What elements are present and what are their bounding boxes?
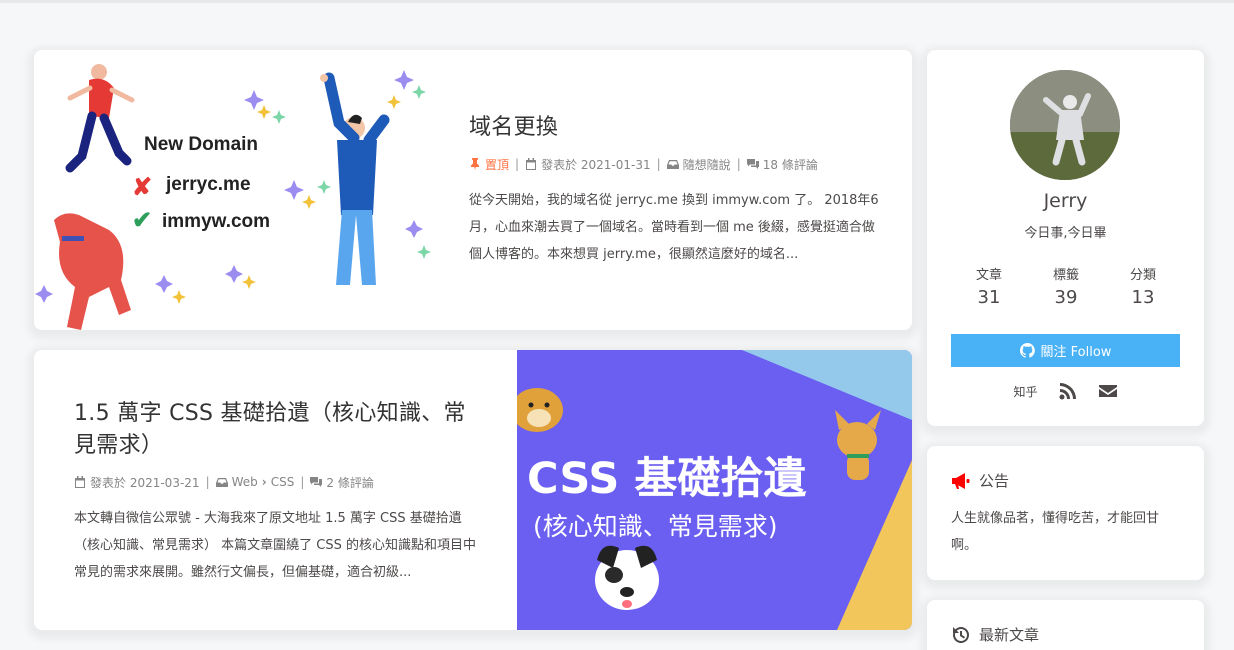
post-cover-image[interactable]: New Domain ✘ jerryc.me ✔ immyw.com [34,50,434,330]
comments-icon [310,477,323,488]
svg-text:✘: ✘ [132,174,152,201]
announcement-text: 人生就像品茗，懂得吃苦，才能回甘啊。 [951,511,1160,553]
avatar-image [1010,70,1120,180]
follow-button[interactable]: 關注 Follow [951,334,1180,367]
post-date: 發表於 2021-03-21 [74,474,200,491]
stat-categories[interactable]: 分類 13 [1105,264,1181,308]
post-excerpt: 從今天開始，我的域名從 jerryc.me 換到 immyw.com 了。 20… [469,192,879,262]
announcement-card: 公告 人生就像品茗，懂得吃苦，才能回甘啊。 [927,446,1204,580]
post-comments[interactable]: 2 條評論 [310,474,374,491]
post-date: 發表於 2021-01-31 [525,156,651,173]
author-card: Jerry 今日事,今日畢 文章 31 標籤 39 分類 13 關注 Follo… [927,50,1204,426]
post-title[interactable]: 域名更換 [469,112,879,144]
post-info: 1.5 萬字 CSS 基礎拾遺（核心知識、常見需求） 發表於 2021-03-2… [74,398,484,586]
post-card[interactable]: New Domain ✘ jerryc.me ✔ immyw.com 域名更換 … [34,50,912,330]
calendar-icon [75,476,85,489]
post-title[interactable]: 1.5 萬字 CSS 基礎拾遺（核心知識、常見需求） [74,398,484,462]
author-name: Jerry [1043,190,1088,212]
svg-text:✔: ✔ [132,207,152,234]
thumbtack-icon [471,158,479,171]
cover-old-domain: jerryc.me [165,174,251,195]
inbox-icon [666,160,679,170]
rss-icon[interactable] [1058,381,1078,401]
envelope-icon[interactable] [1098,381,1118,401]
stat-tags[interactable]: 標籤 39 [1028,264,1104,308]
pinned-label: 置頂 [485,157,510,172]
cover-new-domain: immyw.com [162,211,270,232]
author-avatar[interactable] [1010,70,1120,180]
post-info: 域名更換 置頂 | 發表於 2021-01-31 | 隨想隨說 | 18 條評論… [469,112,879,268]
post-cover-image[interactable]: CSS 基礎拾遺 (核心知識、常見需求) [517,350,912,630]
post-card[interactable]: 1.5 萬字 CSS 基礎拾遺（核心知識、常見需求） 發表於 2021-03-2… [34,350,912,630]
bullhorn-icon [952,472,970,489]
post-category[interactable]: 隨想隨說 [666,156,731,173]
github-icon [1019,343,1035,358]
post-meta: 發表於 2021-03-21 | Web › CSS | 2 條評論 [74,474,484,491]
inbox-icon [215,478,228,488]
zhihu-link[interactable]: 知乎 [1013,383,1037,400]
social-links: 知乎 [927,381,1204,401]
recent-posts-header: 最新文章 [951,624,1180,645]
author-description: 今日事,今日畢 [1024,226,1107,241]
post-comments[interactable]: 18 條評論 [746,156,818,173]
post-meta: 置頂 | 發表於 2021-01-31 | 隨想隨說 | 18 條評論 [469,156,879,173]
author-stats: 文章 31 標籤 39 分類 13 [951,264,1181,308]
calendar-icon [526,158,537,171]
comments-icon [746,159,759,170]
pinned-badge: 置頂 [469,156,509,173]
cover-subtitle: (核心知識、常見需求) [533,512,778,541]
cover-title: CSS 基礎拾遺 [527,454,807,504]
announcement-title: 公告 [979,472,1010,490]
chevron-right-icon: › [261,475,267,490]
history-icon [953,626,970,643]
post-subcategory[interactable]: CSS [271,475,295,489]
recent-posts-card: 最新文章 [927,600,1204,650]
recent-posts-title: 最新文章 [979,626,1040,644]
post-category[interactable]: Web › CSS [215,475,295,490]
announcement-header: 公告 [951,470,1180,491]
cover-heading: New Domain [144,134,258,155]
post-excerpt: 本文轉自微信公眾號 - 大海我來了原文地址 1.5 萬字 CSS 基礎拾遺（核心… [74,510,476,580]
stat-articles[interactable]: 文章 31 [951,264,1027,308]
top-border [0,0,1234,3]
